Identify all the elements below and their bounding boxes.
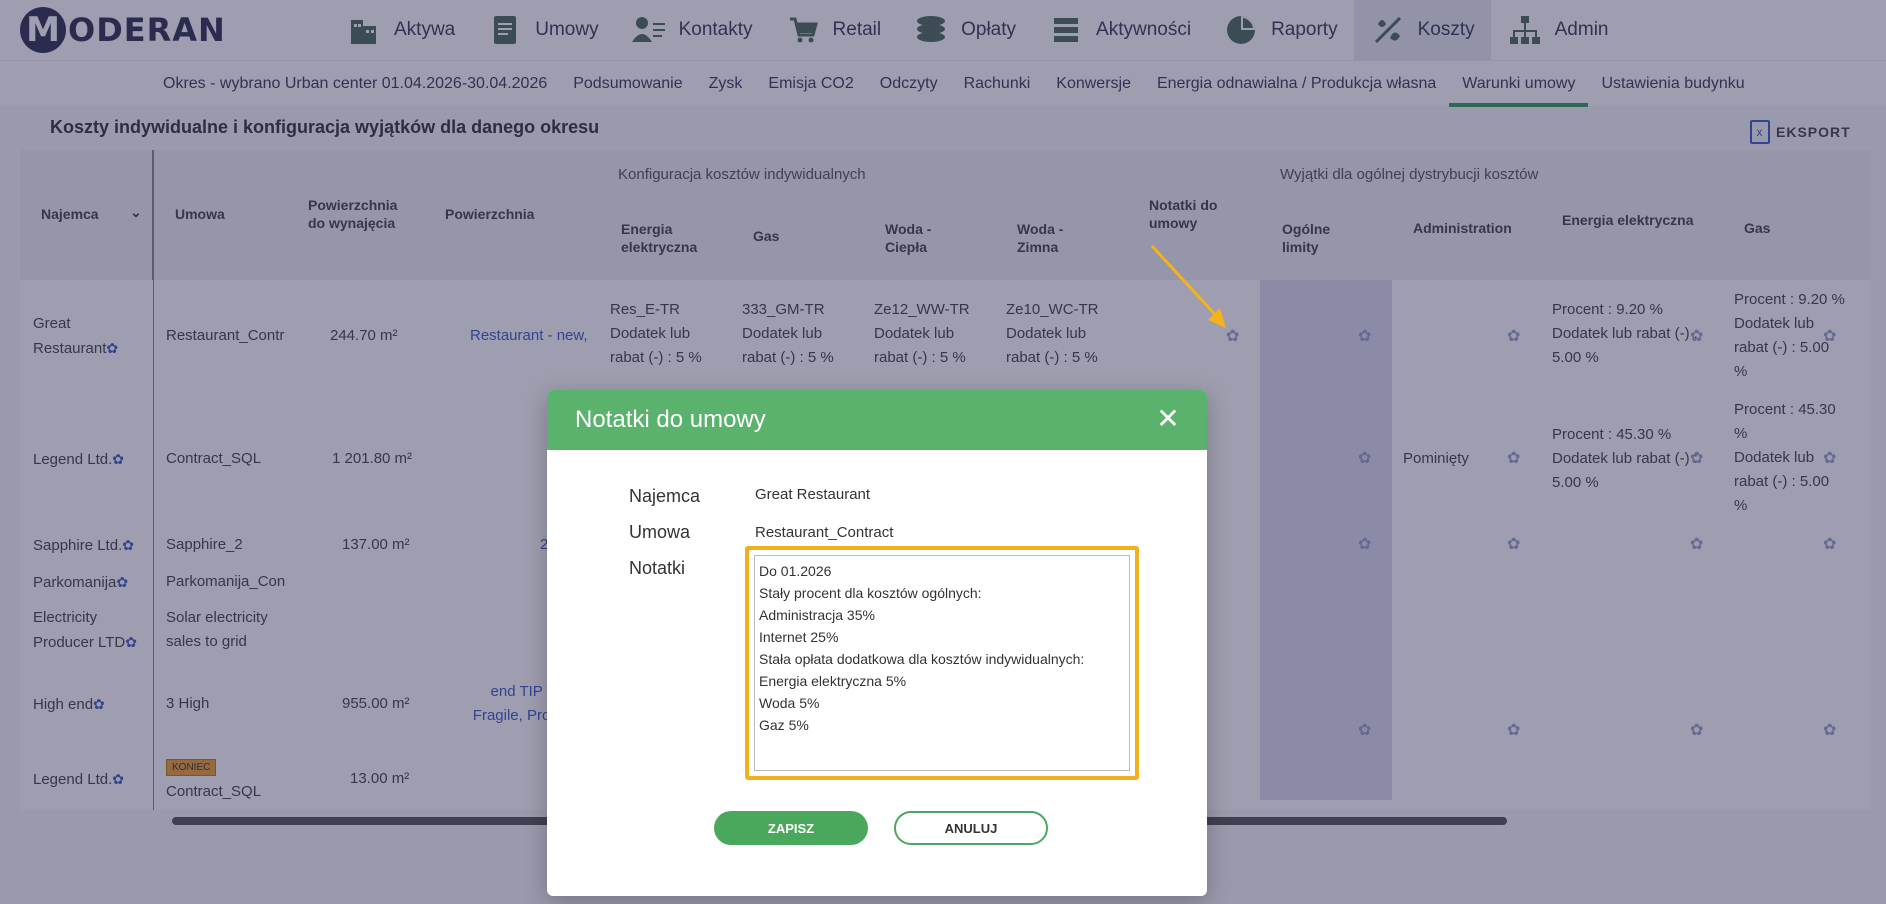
modal-title: Notatki do umowy bbox=[575, 406, 766, 433]
save-button[interactable]: ZAPISZ bbox=[714, 811, 868, 845]
contract-label: Umowa bbox=[629, 522, 691, 542]
notes-label: Notatki bbox=[629, 558, 686, 578]
notes-textarea[interactable]: Do 01.2026 Stały procent dla kosztów ogó… bbox=[754, 555, 1130, 771]
modal-header: Notatki do umowy bbox=[547, 390, 1207, 450]
cancel-button[interactable]: ANULUJ bbox=[894, 811, 1048, 845]
tenant-label: Najemca bbox=[629, 486, 701, 506]
tenant-value: Great Restaurant bbox=[755, 486, 871, 503]
contract-notes-modal: Notatki do umowy ✕ Najemca Great Restaur… bbox=[547, 390, 1207, 896]
close-icon[interactable]: ✕ bbox=[1155, 405, 1181, 433]
contract-value: Restaurant_Contract bbox=[755, 524, 894, 541]
notes-highlight-frame: Do 01.2026 Stały procent dla kosztów ogó… bbox=[745, 546, 1139, 780]
